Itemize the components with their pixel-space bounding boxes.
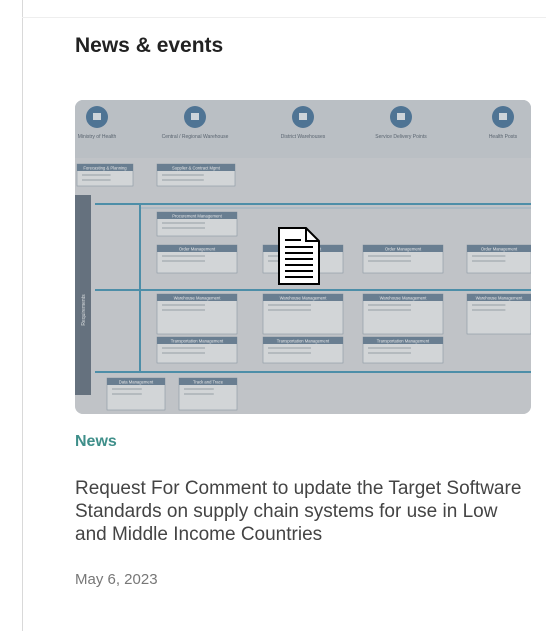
news-category[interactable]: News (75, 433, 117, 451)
news-card-image[interactable]: Ministry of Health Central / Regional War… (75, 100, 531, 414)
news-date: May 6, 2023 (75, 571, 158, 588)
news-headline[interactable]: Request For Comment to update the Target… (75, 477, 525, 546)
page-top-border (22, 17, 546, 18)
section-title: News & events (75, 34, 224, 57)
document-icon (278, 227, 320, 285)
page-left-border (22, 0, 23, 631)
